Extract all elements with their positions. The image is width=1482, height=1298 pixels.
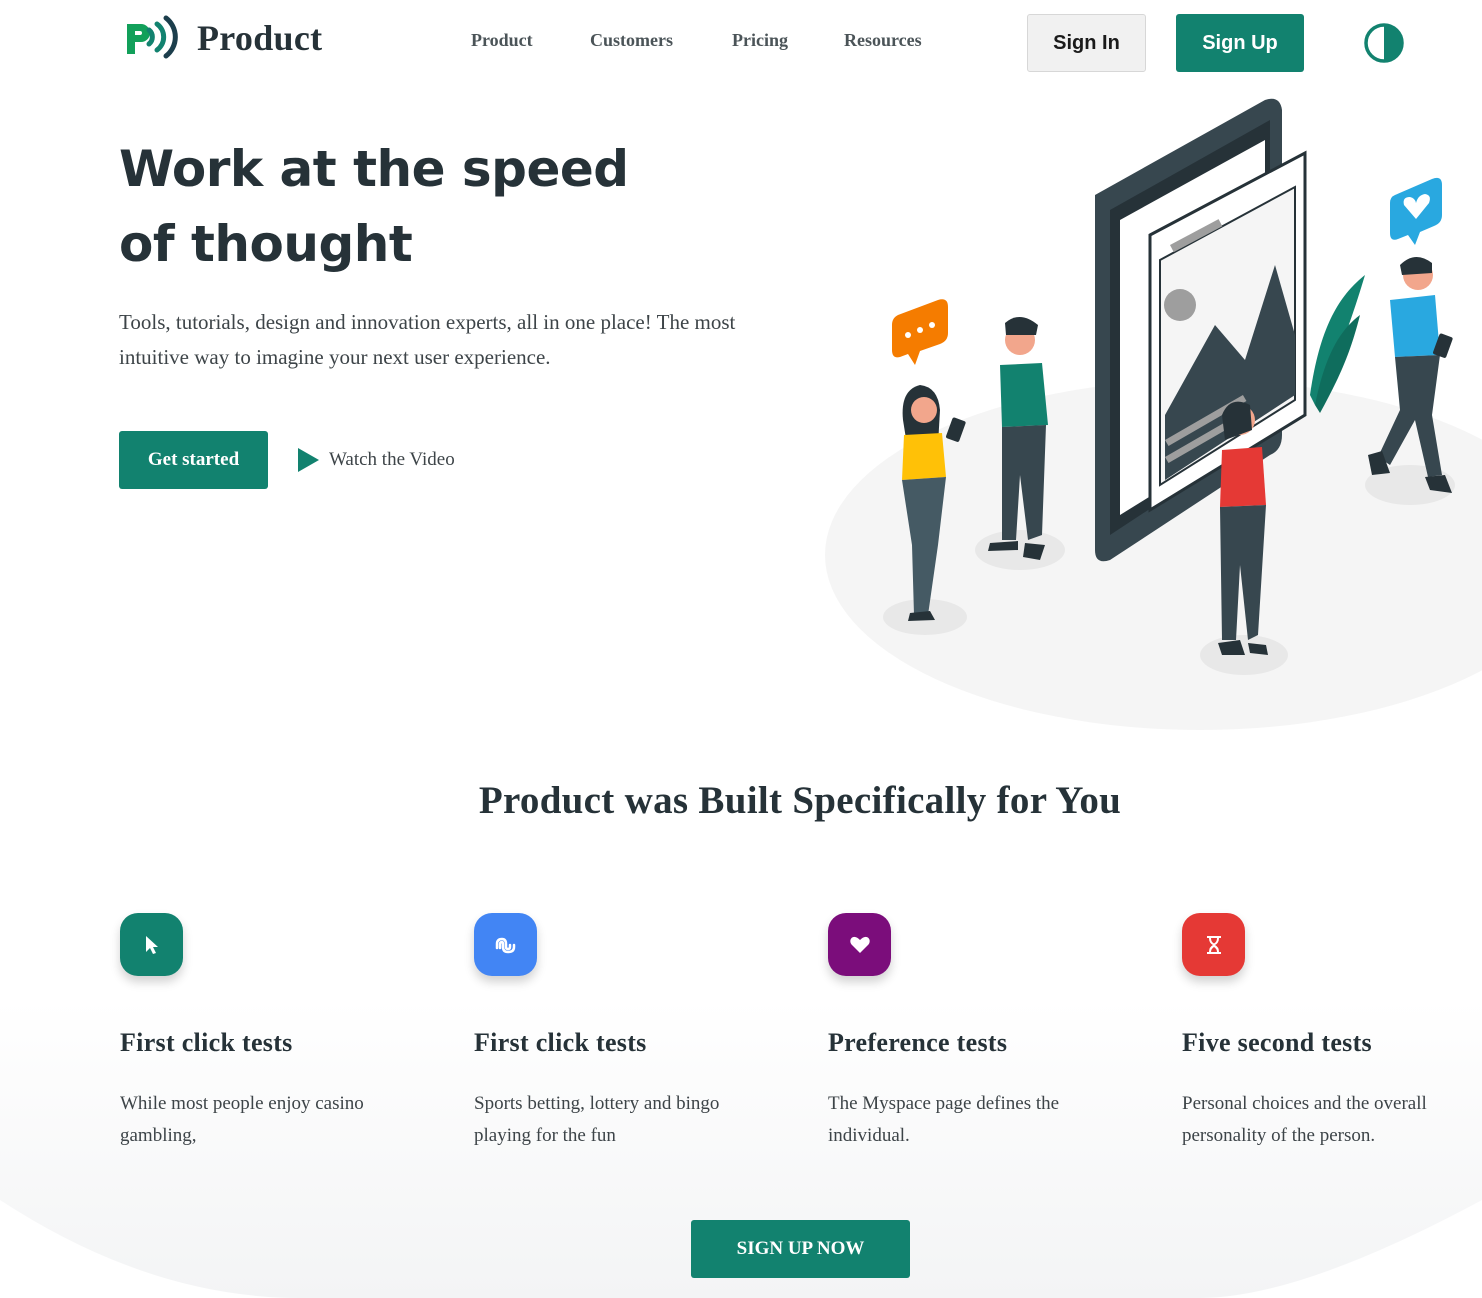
features-title: Product was Built Specifically for You [478, 779, 1122, 822]
feature-text: Sports betting, lottery and bingo playin… [474, 1093, 720, 1146]
watch-video-link[interactable]: Watch the Video [298, 448, 455, 472]
play-icon [298, 448, 319, 472]
get-started-button[interactable]: Get started [119, 431, 268, 489]
brand-logo[interactable]: Product [123, 14, 322, 62]
feature-text: Personal choices and the overall persona… [1182, 1093, 1427, 1146]
heart-icon [828, 913, 891, 976]
hourglass-icon [1182, 913, 1245, 976]
feature-title: First click tests [474, 1028, 647, 1057]
sign-up-now-button[interactable]: SIGN UP NOW [691, 1220, 910, 1278]
hero-title: Work at the speed of thought [119, 140, 629, 273]
nav-item-customers[interactable]: Customers [590, 30, 732, 51]
nav-item-pricing[interactable]: Pricing [732, 30, 844, 51]
brand-name: Product [197, 18, 323, 58]
nav-item-resources[interactable]: Resources [844, 30, 944, 51]
logo-icon [127, 15, 178, 59]
hero-description: Tools, tutorials, design and innovation … [119, 310, 736, 369]
feature-card: Preference tests The Myspace page define… [828, 913, 1158, 1152]
feature-card: First click tests Sports betting, lotter… [474, 913, 804, 1152]
feature-text: The Myspace page defines the individual. [828, 1093, 1060, 1146]
feature-title: Preference tests [828, 1028, 1008, 1057]
main-nav: Product Customers Pricing Resources [471, 30, 944, 51]
contrast-icon[interactable] [1363, 22, 1405, 64]
stumbleupon-icon [474, 913, 537, 976]
feature-text: While most people enjoy casino gambling, [120, 1093, 364, 1146]
feature-title: Five second tests [1182, 1028, 1372, 1057]
hero-illustration [825, 98, 1482, 730]
nav-item-product[interactable]: Product [471, 30, 590, 51]
feature-card: First click tests While most people enjo… [120, 913, 450, 1152]
cursor-icon [120, 913, 183, 976]
feature-card: Five second tests Personal choices and t… [1182, 913, 1482, 1152]
sign-up-button[interactable]: Sign Up [1176, 14, 1304, 72]
feature-title: First click tests [120, 1028, 293, 1057]
watch-video-label: Watch the Video [329, 449, 455, 470]
sign-in-button[interactable]: Sign In [1027, 14, 1146, 72]
